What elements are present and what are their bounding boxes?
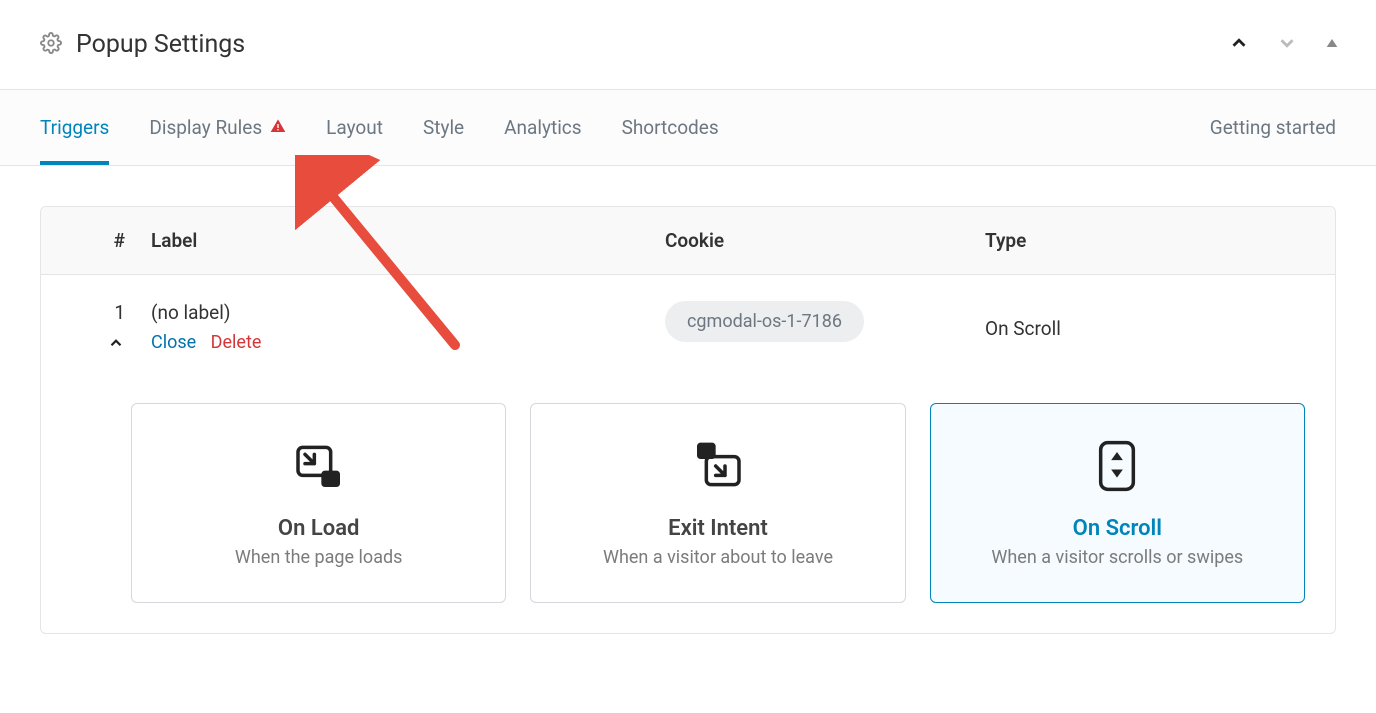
page-title: Popup Settings (76, 30, 245, 59)
tab-label: Analytics (504, 116, 581, 139)
card-title: On Scroll (951, 516, 1284, 541)
tab-label: Getting started (1210, 116, 1336, 139)
chevron-down-icon[interactable] (1276, 32, 1298, 58)
row-actions: Close Delete (151, 332, 665, 353)
warning-icon (270, 116, 286, 139)
tab-style[interactable]: Style (423, 90, 464, 165)
card-on-scroll[interactable]: On Scroll When a visitor scrolls or swip… (930, 403, 1305, 603)
delete-link[interactable]: Delete (211, 332, 262, 353)
tab-label: Triggers (40, 116, 109, 139)
exit-intent-icon (690, 438, 746, 498)
cell-type: On Scroll (985, 301, 1305, 340)
tab-label: Layout (326, 116, 383, 139)
cell-index: 1 (71, 301, 151, 357)
tab-label: Shortcodes (622, 116, 719, 139)
card-on-load[interactable]: On Load When the page loads (131, 403, 506, 603)
col-header-type: Type (985, 229, 1305, 252)
content-area: # Label Cookie Type 1 (no label) Close D… (0, 166, 1376, 674)
on-load-icon (291, 438, 347, 498)
panel-controls (1228, 32, 1340, 58)
close-link[interactable]: Close (151, 332, 196, 353)
panel-header: Popup Settings (0, 0, 1376, 90)
tab-display-rules[interactable]: Display Rules (149, 90, 286, 165)
card-subtitle: When a visitor about to leave (551, 547, 884, 568)
tab-analytics[interactable]: Analytics (504, 90, 581, 165)
tab-label: Display Rules (149, 116, 262, 139)
triggers-table: # Label Cookie Type 1 (no label) Close D… (40, 206, 1336, 634)
cell-label: (no label) Close Delete (151, 301, 665, 353)
cell-cookie: cgmodal-os-1-7186 (665, 301, 985, 342)
gear-icon (40, 32, 62, 58)
tab-getting-started[interactable]: Getting started (1210, 90, 1336, 165)
on-scroll-icon (1094, 438, 1140, 498)
tab-label: Style (423, 116, 464, 139)
collapse-icon[interactable] (107, 334, 125, 357)
col-header-index: # (71, 229, 151, 252)
table-header: # Label Cookie Type (41, 207, 1335, 275)
tabs-bar: Triggers Display Rules Layout Style Anal… (0, 90, 1376, 166)
table-row: 1 (no label) Close Delete cgmodal-os-1-7… (41, 275, 1335, 383)
col-header-label: Label (151, 229, 665, 252)
tab-triggers[interactable]: Triggers (40, 90, 109, 165)
card-subtitle: When the page loads (152, 547, 485, 568)
card-title: On Load (152, 516, 485, 541)
row-index: 1 (114, 301, 125, 324)
tab-layout[interactable]: Layout (326, 90, 383, 165)
card-exit-intent[interactable]: Exit Intent When a visitor about to leav… (530, 403, 905, 603)
chevron-up-icon[interactable] (1228, 32, 1250, 58)
card-title: Exit Intent (551, 516, 884, 541)
card-subtitle: When a visitor scrolls or swipes (951, 547, 1284, 568)
cookie-pill: cgmodal-os-1-7186 (665, 301, 864, 342)
triangle-up-icon[interactable] (1324, 35, 1340, 55)
row-label: (no label) (151, 301, 665, 324)
col-header-cookie: Cookie (665, 229, 985, 252)
tab-shortcodes[interactable]: Shortcodes (622, 90, 719, 165)
trigger-cards: On Load When the page loads Exit Intent … (41, 383, 1335, 633)
